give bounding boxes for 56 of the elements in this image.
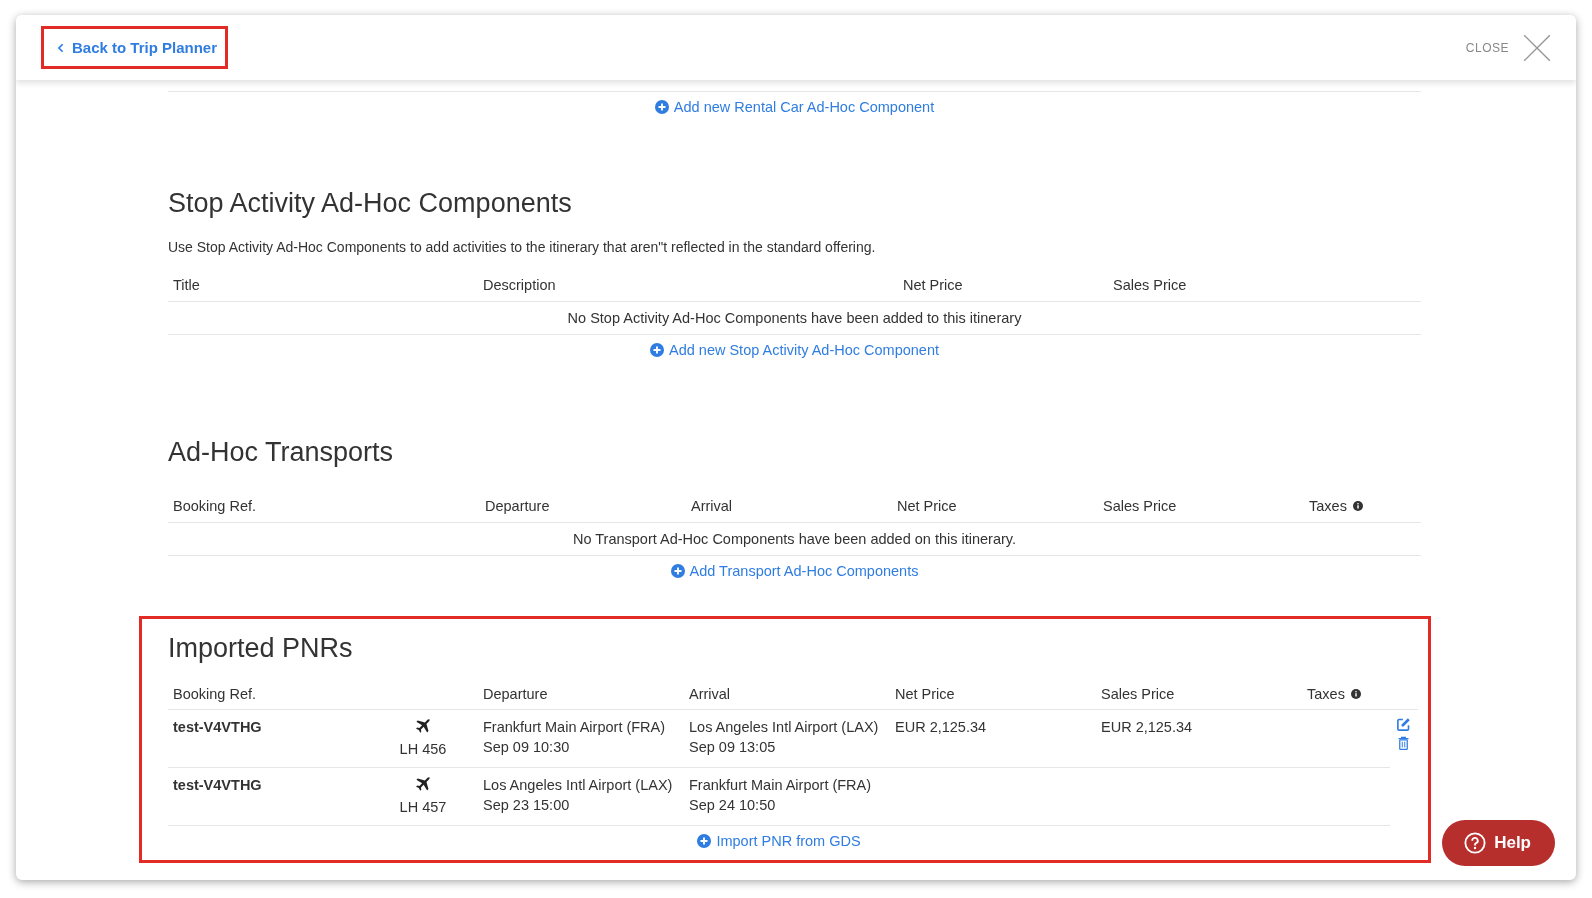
- empty-message: No Stop Activity Ad-Hoc Components have been added to this itinerary: [566, 309, 1023, 328]
- plus-circle-icon: [654, 100, 669, 114]
- plus-circle-icon: [697, 834, 712, 848]
- table-cell-text: Sep 24 10:50: [689, 796, 777, 815]
- edit-icon: [1395, 717, 1411, 732]
- add-link[interactable]: Add new Stop Activity Ad-Hoc Component: [650, 342, 939, 358]
- column-header: Sales Price: [1101, 686, 1175, 702]
- column-header: Description: [483, 277, 556, 293]
- column-header: Taxes: [1307, 686, 1345, 702]
- airplane-icon: [414, 775, 432, 793]
- flight-number: LH 456: [399, 740, 447, 759]
- column-header: Booking Ref.: [173, 686, 257, 702]
- add-link[interactable]: Add Transport Ad-Hoc Components: [670, 563, 919, 579]
- table-cell-text: Frankfurt Main Airport (FRA): [689, 776, 873, 795]
- back-link[interactable]: Back to Trip Planner: [56, 39, 218, 56]
- table-cell-text: Sep 09 13:05: [689, 738, 777, 757]
- plus-circle-icon: [650, 343, 664, 357]
- edit-button[interactable]: [1395, 717, 1411, 732]
- table-cell-text: Los Angeles Intl Airport (LAX): [483, 776, 674, 795]
- column-header: Arrival: [691, 498, 733, 514]
- airplane-icon: [414, 717, 432, 735]
- empty-message: No Transport Ad-Hoc Components have been added on this itinerary.: [571, 530, 1017, 549]
- section-title: Stop Activity Ad-Hoc Components: [168, 188, 573, 219]
- table-cell-text: Sep 23 15:00: [483, 796, 571, 815]
- table-cell-text: test-V4VTHG: [172, 718, 263, 737]
- plus-circle-icon: [670, 564, 685, 578]
- column-header: Arrival: [689, 686, 731, 702]
- column-header: Net Price: [895, 686, 955, 702]
- column-header: Sales Price: [1103, 498, 1177, 514]
- chevron-left-icon: [56, 41, 66, 54]
- table-cell: EUR 2,125.34: [1101, 719, 1193, 735]
- question-icon: [1464, 832, 1487, 854]
- column-header: Departure: [485, 498, 550, 514]
- section-title: Imported PNRs: [168, 633, 354, 664]
- column-header: Sales Price: [1113, 277, 1187, 293]
- table-cell: EUR 2,125.34: [895, 719, 987, 735]
- column-header: Net Price: [903, 277, 963, 293]
- column-header: Title: [173, 277, 200, 293]
- table-cell-text: test-V4VTHG: [172, 776, 263, 795]
- column-header: Net Price: [897, 498, 957, 514]
- flight-number: LH 457: [399, 798, 447, 817]
- section-title: Ad-Hoc Transports: [168, 437, 395, 468]
- column-header: Booking Ref.: [173, 498, 257, 514]
- info-icon[interactable]: [1352, 501, 1363, 511]
- close-label[interactable]: CLOSE: [1465, 40, 1509, 55]
- column-header: Taxes: [1309, 498, 1347, 514]
- table-cell-text: Sep 09 10:30: [483, 738, 571, 757]
- table-cell-text: Frankfurt Main Airport (FRA): [483, 718, 667, 737]
- info-icon[interactable]: [1350, 689, 1361, 699]
- add-link[interactable]: Add new Rental Car Ad-Hoc Component: [654, 99, 935, 115]
- add-link[interactable]: Import PNR from GDS: [697, 833, 861, 849]
- help-button[interactable]: Help: [1442, 820, 1555, 866]
- column-header: Departure: [483, 686, 548, 702]
- section-description: Use Stop Activity Ad-Hoc Components to add activities to the itinerary that aren"t reflected in the standard offering.: [168, 239, 877, 255]
- close-icon[interactable]: [1523, 33, 1551, 62]
- table-cell-text: Los Angeles Intl Airport (LAX): [689, 718, 880, 737]
